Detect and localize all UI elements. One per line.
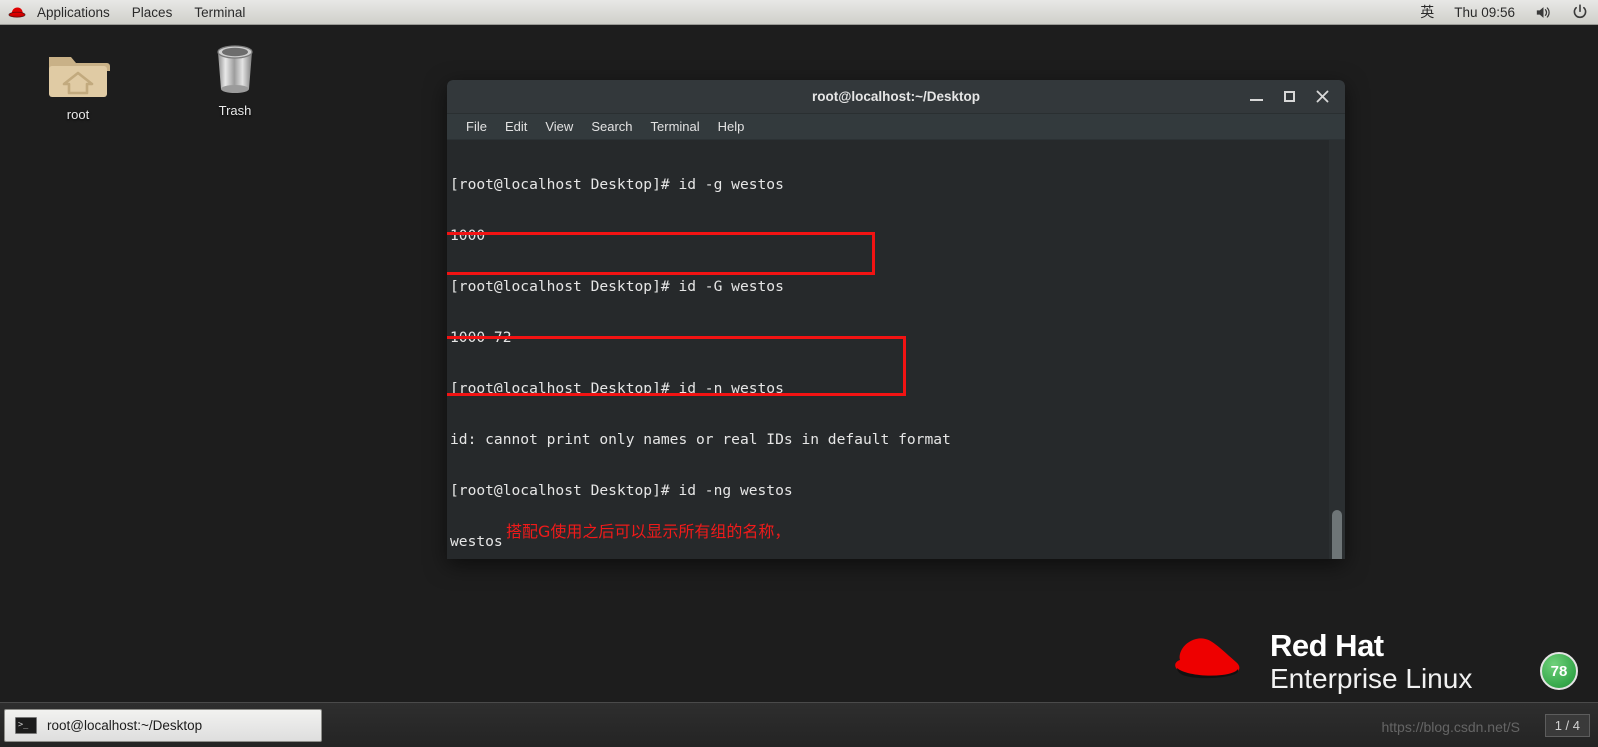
clock[interactable]: Thu 09:56 — [1454, 5, 1515, 20]
menu-item-terminal[interactable]: Terminal — [642, 117, 709, 136]
menu-item-search[interactable]: Search — [582, 117, 641, 136]
terminal-line: 1000 — [450, 227, 486, 244]
volume-speaker-icon[interactable] — [1535, 5, 1552, 20]
menu-terminal[interactable]: Terminal — [183, 0, 256, 24]
power-icon[interactable] — [1572, 4, 1588, 20]
desktop-icon-root-label: root — [66, 107, 90, 122]
top-panel-left: Applications Places Terminal — [0, 0, 256, 24]
menu-item-help-label: Help — [717, 119, 745, 134]
rhel-branding: Red Hat Enterprise Linux — [1168, 629, 1472, 694]
terminal-window[interactable]: root@localhost:~/Desktop File Edit View … — [447, 80, 1345, 559]
terminal-scrollbar-thumb[interactable] — [1332, 510, 1342, 559]
maximize-icon[interactable] — [1281, 88, 1298, 105]
menu-item-view[interactable]: View — [536, 117, 582, 136]
rhel-brand-line1: Red Hat — [1270, 628, 1384, 663]
menu-terminal-label: Terminal — [194, 4, 246, 20]
notification-badge[interactable]: 78 — [1540, 652, 1578, 690]
terminal-menubar: File Edit View Search Terminal Help — [447, 114, 1345, 140]
desktop-icon-root[interactable]: root — [26, 43, 130, 122]
desktop-area: root Trash root@localhost:~/Desktop File… — [0, 25, 1598, 702]
terminal-line: id: cannot print only names or real IDs … — [450, 431, 951, 448]
terminal-text: [root@localhost Desktop]# id -g westos 1… — [447, 142, 1323, 559]
menu-item-terminal-label: Terminal — [650, 119, 700, 134]
menu-item-edit[interactable]: Edit — [496, 117, 536, 136]
redhat-fedora-icon[interactable] — [0, 0, 26, 25]
desktop-icon-trash[interactable]: Trash — [183, 39, 287, 118]
taskbar-window-button[interactable]: >_ root@localhost:~/Desktop — [4, 708, 322, 742]
home-folder-icon — [26, 43, 130, 101]
top-panel: Applications Places Terminal 英 Thu 09:56 — [0, 0, 1598, 25]
terminal-line: 1000 72 — [450, 329, 512, 346]
input-method-indicator[interactable]: 英 — [1420, 2, 1434, 22]
terminal-line: [root@localhost Desktop]# id -G westos — [450, 278, 784, 295]
minimize-icon[interactable] — [1248, 88, 1265, 105]
taskbar: >_ root@localhost:~/Desktop https://blog… — [0, 702, 1598, 747]
terminal-output-area[interactable]: [root@localhost Desktop]# id -g westos 1… — [447, 140, 1345, 559]
annotation-text: 搭配G使用之后可以显示所有组的名称， — [506, 522, 791, 541]
menu-item-help[interactable]: Help — [709, 117, 754, 136]
redhat-fedora-logo — [1168, 629, 1254, 694]
terminal-icon: >_ — [15, 716, 37, 734]
terminal-line: [root@localhost Desktop]# id -ng westos — [450, 482, 793, 499]
rhel-text-block: Red Hat Enterprise Linux — [1270, 630, 1472, 693]
menu-item-view-label: View — [545, 119, 574, 134]
menu-item-file[interactable]: File — [457, 117, 496, 136]
menu-applications-label: Applications — [37, 4, 110, 20]
terminal-line: [root@localhost Desktop]# id -g westos — [450, 176, 784, 193]
terminal-titlebar[interactable]: root@localhost:~/Desktop — [447, 80, 1345, 114]
menu-places[interactable]: Places — [121, 0, 184, 24]
menu-item-file-label: File — [466, 119, 487, 134]
terminal-scrollbar[interactable] — [1329, 140, 1345, 559]
menu-item-search-label: Search — [591, 119, 633, 134]
watermark: https://blog.csdn.net/S — [1381, 719, 1520, 735]
menu-places-label: Places — [131, 4, 173, 20]
close-icon[interactable] — [1314, 88, 1331, 105]
rhel-brand-line2: Enterprise Linux — [1270, 663, 1473, 694]
terminal-window-title: root@localhost:~/Desktop — [811, 89, 981, 104]
desktop-icon-trash-label: Trash — [218, 103, 252, 118]
window-controls — [1248, 88, 1345, 105]
menu-applications[interactable]: Applications — [26, 0, 121, 24]
top-panel-right: 英 Thu 09:56 — [1420, 0, 1598, 24]
taskbar-window-label: root@localhost:~/Desktop — [47, 717, 203, 733]
workspace-indicator[interactable]: 1 / 4 — [1544, 713, 1590, 737]
menu-item-edit-label: Edit — [504, 119, 528, 134]
terminal-line: [root@localhost Desktop]# id -n westos — [450, 380, 784, 397]
trash-can-icon — [183, 39, 287, 97]
